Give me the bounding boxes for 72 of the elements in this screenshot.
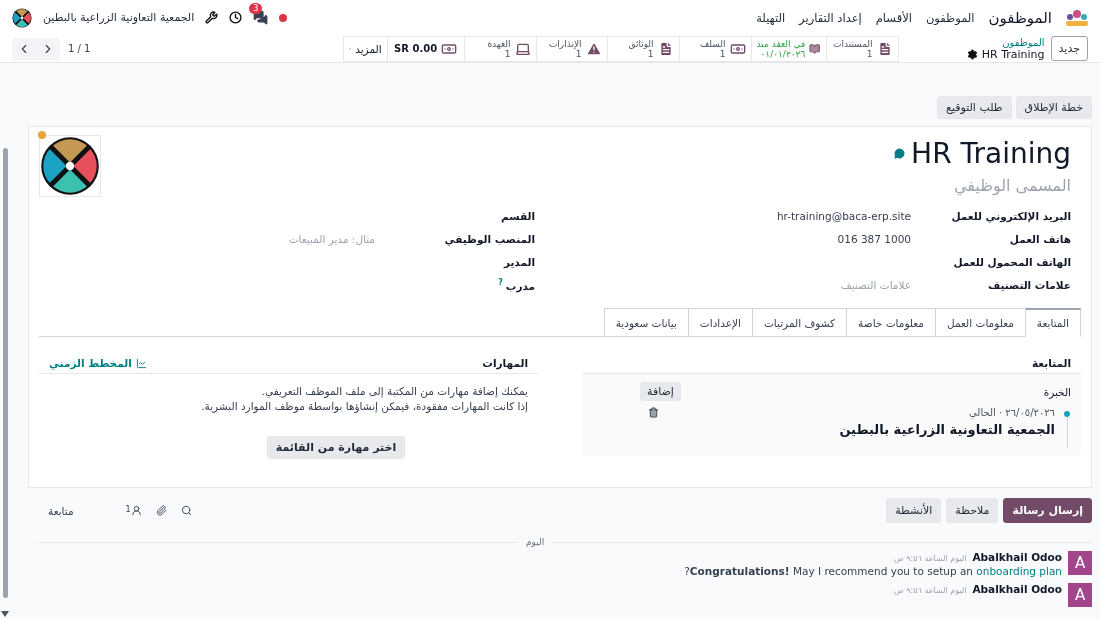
- person-icon: [130, 505, 142, 516]
- timeline-dot: [1064, 411, 1070, 417]
- help-tooltip[interactable]: ?: [498, 278, 503, 288]
- new-button[interactable]: جديد: [1050, 36, 1088, 61]
- field-label: علامات التصنيف: [986, 279, 1071, 291]
- paperclip-icon: [155, 505, 167, 516]
- chart-icon: [135, 357, 147, 369]
- company-logo: [12, 7, 32, 28]
- author-name[interactable]: Abalkhail Odoo: [972, 583, 1062, 595]
- add-button[interactable]: إضافة: [640, 382, 681, 401]
- chatter-button[interactable]: الأنشطة: [886, 498, 942, 523]
- status-dot: [38, 131, 46, 139]
- attachment-button[interactable]: [155, 505, 167, 516]
- group-title: الخبرة: [1043, 385, 1071, 398]
- menu-item[interactable]: الموظفون: [925, 10, 975, 25]
- menu-item[interactable]: الأقسام: [875, 10, 912, 25]
- clock-icon[interactable]: [229, 11, 243, 24]
- pager-text: 1 / 1: [68, 43, 91, 54]
- search-button[interactable]: [180, 505, 192, 516]
- section-title: المتابعة: [1031, 357, 1071, 369]
- breadcrumb-link[interactable]: الموظفون: [904, 36, 1045, 49]
- message-time: اليوم الساعة ٩:٥٦ ص: [894, 586, 967, 595]
- field-value[interactable]: 016 387 1000: [837, 233, 911, 245]
- tab[interactable]: المتابعة: [1024, 308, 1081, 337]
- warning-icon: [585, 40, 602, 57]
- app-title[interactable]: الموظفون: [988, 8, 1052, 27]
- scrollbar-thumb[interactable]: [2, 148, 8, 598]
- field-label: المدير: [502, 256, 535, 268]
- message-time: اليوم الساعة ٩:٥٦ ص: [894, 554, 967, 563]
- help-text: إذا كانت المهارات مفقودة، فيمكن إنشاؤها بواسطة موظف الموارد البشرية.: [201, 399, 528, 414]
- follow-button[interactable]: متابعة: [42, 503, 80, 518]
- author-avatar[interactable]: A: [1068, 551, 1092, 575]
- field-label: الهاتف المحمول للعمل: [952, 256, 1071, 268]
- entry-title[interactable]: الجمعية التعاونية الزراعية بالبطين: [667, 422, 1055, 437]
- header-button[interactable]: طلب التوقيع: [937, 96, 1012, 119]
- employee-avatar: [40, 136, 100, 196]
- scroll-down-icon[interactable]: [1, 611, 9, 617]
- message-text: Congratulations! May I recommend you to setup an onboarding plan ?: [684, 565, 1062, 577]
- tools-icon[interactable]: [205, 11, 219, 24]
- search-icon: [180, 505, 192, 516]
- section-title: المهارات: [482, 357, 528, 369]
- employee-name[interactable]: HR Training: [911, 137, 1071, 170]
- field-label: القسم: [499, 210, 535, 222]
- author-avatar[interactable]: A: [1068, 583, 1092, 607]
- chatter-button[interactable]: ملاحظة: [946, 498, 999, 523]
- tab[interactable]: معلومات العمل: [935, 308, 1026, 337]
- header-button[interactable]: خطة الإطلاق: [1015, 96, 1092, 119]
- field-value[interactable]: hr-training@baca-erp.site: [776, 210, 911, 222]
- menu-item[interactable]: التهيلة: [756, 10, 786, 25]
- author-name[interactable]: Abalkhail Odoo: [972, 551, 1062, 563]
- entry-dates: ٢٦/٠٥/٢٠٢٦ · الحالي: [968, 407, 1055, 418]
- field-label: هاتف العمل: [1008, 233, 1071, 245]
- notification-badge: 3: [249, 3, 263, 14]
- menu-item[interactable]: إعداد التقارير: [799, 10, 862, 25]
- settings-icon[interactable]: [966, 49, 978, 60]
- tab[interactable]: بيانات سعودية: [603, 308, 689, 337]
- trash-icon: [648, 407, 659, 418]
- help-text: يمكنك إضافة مهارات من المكتبة إلى ملف الموظف التعريفي.: [261, 384, 528, 399]
- field-label: مدرب $^{?}$: [497, 278, 535, 292]
- status-dot: [279, 13, 288, 22]
- field-label: المنصب الوظيفي: [443, 233, 535, 245]
- day-separator: اليوم: [525, 537, 546, 547]
- people-icon: [1066, 9, 1088, 26]
- chatter-button[interactable]: إرسال رسالة: [1003, 498, 1092, 523]
- pick-skill-button[interactable]: اختر مهارة من القائمة: [266, 436, 406, 459]
- company-name[interactable]: الجمعية التعاونية الزراعية بالبطين: [43, 11, 195, 24]
- chat-icon[interactable]: [894, 148, 906, 159]
- record-name: HR Training: [981, 48, 1045, 61]
- followers-button[interactable]: 1: [123, 505, 142, 516]
- timeline-link[interactable]: المخطط الزمني: [49, 357, 147, 369]
- onboarding-link[interactable]: onboarding plan: [976, 565, 1062, 577]
- field-label: البريد الإلكتروني للعمل: [950, 210, 1071, 222]
